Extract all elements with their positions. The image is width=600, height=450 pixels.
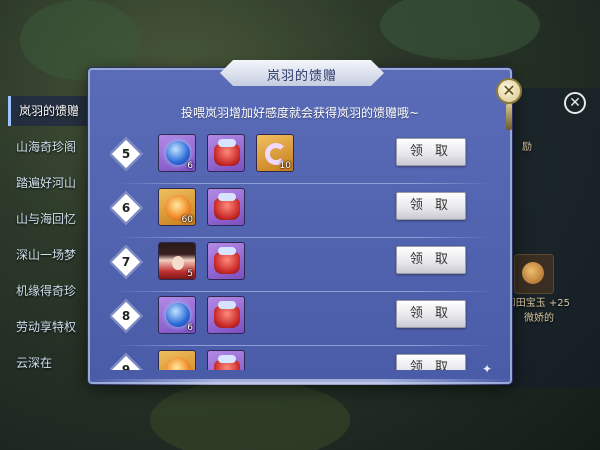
reward-item[interactable]: 5 [158,242,196,280]
gift-dialog: 岚羽的馈赠 投喂岚羽增加好感度就会获得岚羽的馈赠哦~ ✕ 5 6 10 领 取 [88,60,522,385]
item-desc-text: 微娇的 [524,313,554,324]
reward-item[interactable]: 6 [158,296,196,334]
red-gift-bag-icon [214,144,240,166]
reward-item[interactable] [207,134,245,172]
claim-button[interactable]: 领 取 [396,192,466,220]
level-number: 8 [121,309,131,323]
close-icon: ✕ [564,92,586,114]
red-gift-bag-icon [214,198,240,220]
reward-item[interactable]: 60 [158,188,196,226]
close-tassel-decor [506,104,512,130]
level-number: 5 [121,147,131,161]
red-gift-bag-icon [214,306,240,328]
gift-bag-top [218,139,236,147]
item-count: 6 [187,161,193,171]
orange-swirl-icon [165,357,191,370]
level-number: 9 [121,363,131,370]
reward-item[interactable]: 60 [158,350,196,370]
item-count: 10 [279,161,291,171]
dialog-title-bar: 岚羽的馈赠 [220,60,384,86]
background-right-panel [500,88,600,388]
dialog-title: 岚羽的馈赠 [266,69,337,84]
item-count: 6 [187,323,193,333]
portrait-face [172,256,184,270]
reward-item[interactable] [207,188,245,226]
reward-row: 8 6 领 取 [110,292,498,346]
reward-row: 6 60 领 取 [110,184,498,238]
bottom-border-decor [90,379,510,385]
claim-button[interactable]: 领 取 [396,138,466,166]
background-tree [150,380,350,450]
item-count: 5 [187,269,193,279]
claim-button[interactable]: 领 取 [396,300,466,328]
close-icon: ✕ [502,81,516,100]
gift-bag-top [218,193,236,201]
butterfly-icon: ✦ [482,362,493,376]
gift-bag-top [218,355,236,363]
reward-item[interactable]: 6 [158,134,196,172]
reward-row: 9 60 领 取 [110,346,498,370]
jade-icon [522,262,544,284]
red-gift-bag-icon [214,252,240,274]
item-count: 60 [181,215,193,225]
gift-bag-top [218,301,236,309]
claim-button[interactable]: 领 取 [396,246,466,274]
close-button[interactable]: ✕ [496,78,522,104]
reward-item[interactable]: 10 [256,134,294,172]
reward-item[interactable] [207,242,245,280]
reward-item[interactable] [207,296,245,334]
reward-row: 7 5 领 取 [110,238,498,292]
gift-bag-top [218,247,236,255]
reward-item[interactable] [207,350,245,370]
claim-button[interactable]: 领 取 [396,354,466,370]
item-reward-text: 和田宝玉 +25 [505,298,570,309]
background-tree [380,0,540,60]
side-button-text: 励 [522,142,532,153]
dialog-subtitle: 投喂岚羽增加好感度就会获得岚羽的馈赠哦~ [180,106,420,120]
level-number: 6 [121,201,131,215]
reward-row: 5 6 10 领 取 [110,130,498,184]
level-number: 7 [121,255,131,269]
reward-list[interactable]: 5 6 10 领 取 6 60 领 取 7 5 领 取 8 6 领 取 9 领 … [110,130,498,370]
